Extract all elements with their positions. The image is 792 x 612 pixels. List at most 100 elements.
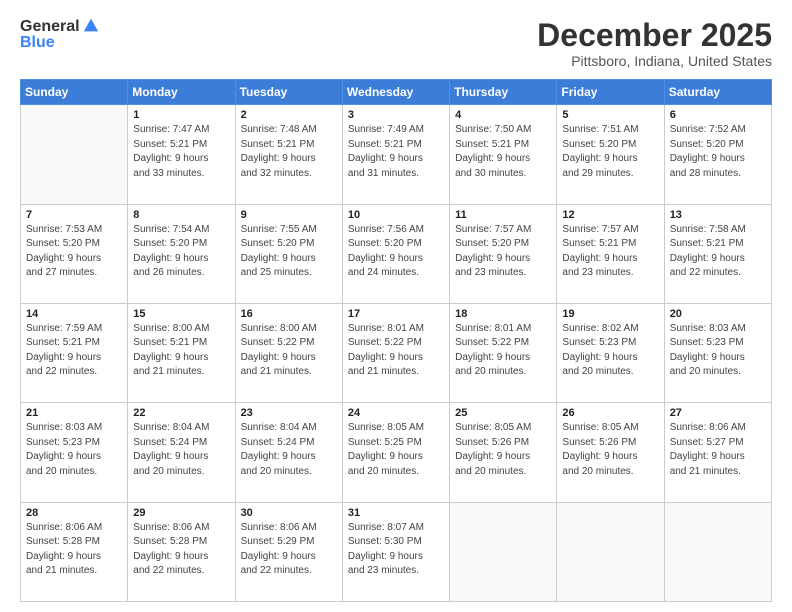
calendar-day-cell <box>664 502 771 601</box>
day-info: Sunrise: 7:57 AMSunset: 5:21 PMDaylight:… <box>562 223 658 281</box>
calendar-day-cell: 5 Sunrise: 7:51 AMSunset: 5:20 PMDaylight… <box>557 105 664 204</box>
day-number: 31 <box>348 507 444 519</box>
day-info: Sunrise: 8:01 AMSunset: 5:22 PMDaylight:… <box>348 322 444 380</box>
calendar-header-saturday: Saturday <box>664 80 771 105</box>
day-number: 16 <box>241 308 337 320</box>
day-info: Sunrise: 8:02 AMSunset: 5:23 PMDaylight:… <box>562 322 658 380</box>
calendar-header-thursday: Thursday <box>450 80 557 105</box>
day-info: Sunrise: 7:49 AMSunset: 5:21 PMDaylight:… <box>348 123 444 181</box>
calendar-day-cell: 16 Sunrise: 8:00 AMSunset: 5:22 PMDayligh… <box>235 303 342 402</box>
day-info: Sunrise: 8:06 AMSunset: 5:27 PMDaylight:… <box>670 421 766 479</box>
day-number: 29 <box>133 507 229 519</box>
day-number: 8 <box>133 209 229 221</box>
day-number: 1 <box>133 109 229 121</box>
calendar-day-cell: 25 Sunrise: 8:05 AMSunset: 5:26 PMDayligh… <box>450 403 557 502</box>
day-number: 21 <box>26 407 122 419</box>
day-info: Sunrise: 7:56 AMSunset: 5:20 PMDaylight:… <box>348 223 444 281</box>
calendar-week-row: 1 Sunrise: 7:47 AMSunset: 5:21 PMDaylight… <box>21 105 772 204</box>
calendar-header-tuesday: Tuesday <box>235 80 342 105</box>
calendar-day-cell: 29 Sunrise: 8:06 AMSunset: 5:28 PMDayligh… <box>128 502 235 601</box>
page: General Blue December 2025 Pittsboro, In… <box>0 0 792 612</box>
calendar-day-cell: 23Sunrise: 8:04 AMSunset: 5:24 PMDayligh… <box>235 403 342 502</box>
calendar-header-monday: Monday <box>128 80 235 105</box>
day-info: Sunrise: 8:07 AMSunset: 5:30 PMDaylight:… <box>348 521 444 579</box>
calendar-week-row: 28 Sunrise: 8:06 AMSunset: 5:28 PMDayligh… <box>21 502 772 601</box>
day-number: 6 <box>670 109 766 121</box>
day-info: Sunrise: 8:03 AMSunset: 5:23 PMDaylight:… <box>26 421 122 479</box>
day-info: Sunrise: 7:51 AMSunset: 5:20 PMDaylight:… <box>562 123 658 181</box>
month-title: December 2025 <box>537 18 772 53</box>
day-info: Sunrise: 7:58 AMSunset: 5:21 PMDaylight:… <box>670 223 766 281</box>
day-info: Sunrise: 8:03 AMSunset: 5:23 PMDaylight:… <box>670 322 766 380</box>
day-info: Sunrise: 7:50 AMSunset: 5:21 PMDaylight:… <box>455 123 551 181</box>
title-block: December 2025 Pittsboro, Indiana, United… <box>537 18 772 69</box>
calendar-day-cell: 13 Sunrise: 7:58 AMSunset: 5:21 PMDayligh… <box>664 204 771 303</box>
calendar-day-cell: 31 Sunrise: 8:07 AMSunset: 5:30 PMDayligh… <box>342 502 449 601</box>
calendar-day-cell: 12Sunrise: 7:57 AMSunset: 5:21 PMDayligh… <box>557 204 664 303</box>
calendar-day-cell: 22 Sunrise: 8:04 AMSunset: 5:24 PMDayligh… <box>128 403 235 502</box>
day-info: Sunrise: 8:04 AMSunset: 5:24 PMDaylight:… <box>133 421 229 479</box>
calendar-day-cell: 11Sunrise: 7:57 AMSunset: 5:20 PMDayligh… <box>450 204 557 303</box>
calendar-header-friday: Friday <box>557 80 664 105</box>
day-number: 7 <box>26 209 122 221</box>
day-info: Sunrise: 8:06 AMSunset: 5:28 PMDaylight:… <box>26 521 122 579</box>
calendar-day-cell: 17 Sunrise: 8:01 AMSunset: 5:22 PMDayligh… <box>342 303 449 402</box>
day-info: Sunrise: 8:05 AMSunset: 5:26 PMDaylight:… <box>562 421 658 479</box>
calendar-day-cell: 8 Sunrise: 7:54 AMSunset: 5:20 PMDaylight… <box>128 204 235 303</box>
day-number: 28 <box>26 507 122 519</box>
day-number: 19 <box>562 308 658 320</box>
calendar-day-cell: 26 Sunrise: 8:05 AMSunset: 5:26 PMDayligh… <box>557 403 664 502</box>
day-info: Sunrise: 8:05 AMSunset: 5:26 PMDaylight:… <box>455 421 551 479</box>
calendar-day-cell: 21 Sunrise: 8:03 AMSunset: 5:23 PMDayligh… <box>21 403 128 502</box>
calendar-day-cell: 1 Sunrise: 7:47 AMSunset: 5:21 PMDaylight… <box>128 105 235 204</box>
calendar-day-cell: 15 Sunrise: 8:00 AMSunset: 5:21 PMDayligh… <box>128 303 235 402</box>
day-number: 25 <box>455 407 551 419</box>
day-number: 15 <box>133 308 229 320</box>
header: General Blue December 2025 Pittsboro, In… <box>20 18 772 69</box>
day-number: 14 <box>26 308 122 320</box>
day-number: 26 <box>562 407 658 419</box>
day-info: Sunrise: 8:06 AMSunset: 5:29 PMDaylight:… <box>241 521 337 579</box>
day-number: 13 <box>670 209 766 221</box>
calendar-week-row: 14Sunrise: 7:59 AMSunset: 5:21 PMDayligh… <box>21 303 772 402</box>
calendar-day-cell: 9 Sunrise: 7:55 AMSunset: 5:20 PMDaylight… <box>235 204 342 303</box>
day-info: Sunrise: 7:55 AMSunset: 5:20 PMDaylight:… <box>241 223 337 281</box>
logo-icon <box>82 17 100 35</box>
calendar-day-cell: 10 Sunrise: 7:56 AMSunset: 5:20 PMDayligh… <box>342 204 449 303</box>
day-number: 27 <box>670 407 766 419</box>
day-number: 17 <box>348 308 444 320</box>
calendar-day-cell: 27 Sunrise: 8:06 AMSunset: 5:27 PMDayligh… <box>664 403 771 502</box>
day-number: 9 <box>241 209 337 221</box>
day-number: 30 <box>241 507 337 519</box>
day-info: Sunrise: 7:54 AMSunset: 5:20 PMDaylight:… <box>133 223 229 281</box>
day-number: 5 <box>562 109 658 121</box>
logo-blue-text: Blue <box>20 34 55 52</box>
day-info: Sunrise: 7:48 AMSunset: 5:21 PMDaylight:… <box>241 123 337 181</box>
day-info: Sunrise: 8:06 AMSunset: 5:28 PMDaylight:… <box>133 521 229 579</box>
day-number: 24 <box>348 407 444 419</box>
logo: General Blue <box>20 18 100 51</box>
calendar-header-sunday: Sunday <box>21 80 128 105</box>
calendar-week-row: 7 Sunrise: 7:53 AMSunset: 5:20 PMDaylight… <box>21 204 772 303</box>
day-info: Sunrise: 8:05 AMSunset: 5:25 PMDaylight:… <box>348 421 444 479</box>
day-number: 11 <box>455 209 551 221</box>
day-number: 10 <box>348 209 444 221</box>
calendar-day-cell: 7 Sunrise: 7:53 AMSunset: 5:20 PMDaylight… <box>21 204 128 303</box>
day-info: Sunrise: 8:01 AMSunset: 5:22 PMDaylight:… <box>455 322 551 380</box>
calendar-day-cell: 30 Sunrise: 8:06 AMSunset: 5:29 PMDayligh… <box>235 502 342 601</box>
day-number: 20 <box>670 308 766 320</box>
day-info: Sunrise: 7:47 AMSunset: 5:21 PMDaylight:… <box>133 123 229 181</box>
day-number: 22 <box>133 407 229 419</box>
day-info: Sunrise: 7:53 AMSunset: 5:20 PMDaylight:… <box>26 223 122 281</box>
calendar-table: SundayMondayTuesdayWednesdayThursdayFrid… <box>20 79 772 602</box>
calendar-day-cell: 2Sunrise: 7:48 AMSunset: 5:21 PMDaylight… <box>235 105 342 204</box>
day-info: Sunrise: 8:00 AMSunset: 5:22 PMDaylight:… <box>241 322 337 380</box>
day-info: Sunrise: 7:52 AMSunset: 5:20 PMDaylight:… <box>670 123 766 181</box>
calendar-week-row: 21 Sunrise: 8:03 AMSunset: 5:23 PMDayligh… <box>21 403 772 502</box>
day-number: 18 <box>455 308 551 320</box>
day-number: 4 <box>455 109 551 121</box>
calendar-day-cell: 6 Sunrise: 7:52 AMSunset: 5:20 PMDaylight… <box>664 105 771 204</box>
day-info: Sunrise: 8:00 AMSunset: 5:21 PMDaylight:… <box>133 322 229 380</box>
day-info: Sunrise: 8:04 AMSunset: 5:24 PMDaylight:… <box>241 421 337 479</box>
day-number: 3 <box>348 109 444 121</box>
